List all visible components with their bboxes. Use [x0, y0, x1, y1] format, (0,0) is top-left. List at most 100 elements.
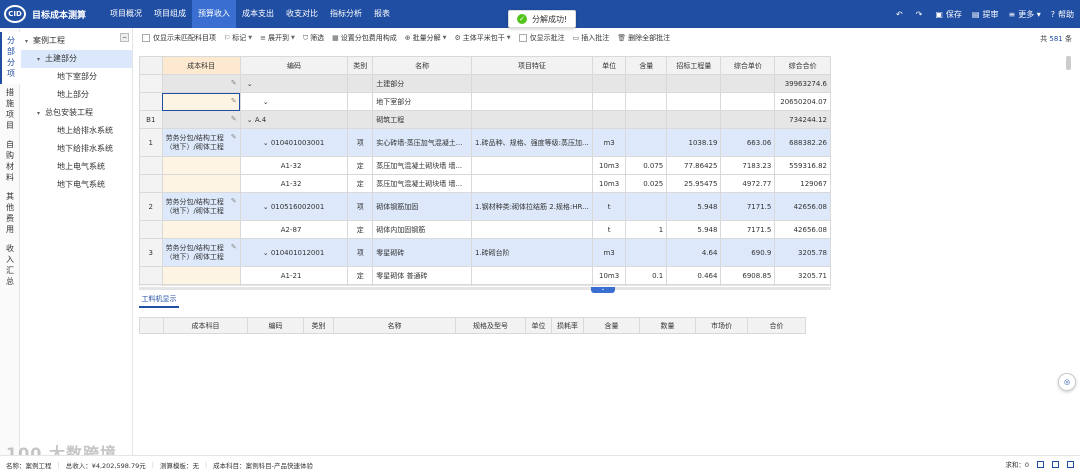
tree-node[interactable]: 地下电气系统 [21, 176, 132, 194]
lower-column-header[interactable]: 名称 [333, 317, 456, 334]
lower-column-header[interactable]: 规格及型号 [455, 317, 526, 334]
panel-splitter[interactable]: ⌄ [139, 287, 831, 293]
caret-icon[interactable]: ▾ [37, 105, 45, 123]
table-cell[interactable] [625, 238, 668, 267]
table-cell[interactable]: A1-21 [239, 266, 349, 285]
table-cell[interactable]: 零星砌砖 [372, 238, 472, 267]
table-row[interactable]: A1-32 定 蒸压加气混凝土砌块墙 墙... 10m3 0.025 25.95475 49… [139, 174, 831, 193]
menu-item-2[interactable]: 预算收入 [192, 0, 237, 28]
tree-node[interactable]: ▾ 总包安装工程 [21, 104, 132, 122]
table-cell[interactable]: 定 [347, 220, 374, 239]
table-cell[interactable] [666, 110, 722, 129]
table-cell[interactable] [470, 284, 593, 286]
toolbar-item-3[interactable]: ⛉ 筛选 [303, 33, 324, 43]
lower-column-header[interactable]: 含量 [583, 317, 640, 334]
table-cell[interactable]: 混凝土及钢筋混凝土工程 [372, 284, 472, 286]
toolbar-item-4[interactable]: ▦ 设置分包费用构成 [332, 33, 397, 43]
table-cell[interactable]: 0.1 [625, 266, 668, 285]
table-cell[interactable]: ⌄ 010516002001 [239, 192, 349, 221]
table-cell[interactable] [470, 92, 593, 111]
table-cell[interactable] [161, 174, 241, 193]
toolbar-item-1[interactable]: ⚐ 标记 ▼ [224, 33, 252, 43]
table-cell[interactable]: 零星砌体 普通砖 [372, 266, 472, 285]
column-header[interactable] [139, 56, 163, 75]
table-cell[interactable]: 5.948 [666, 192, 722, 221]
table-cell[interactable]: 10m3 [591, 174, 627, 193]
table-cell[interactable] [347, 92, 374, 111]
table-cell[interactable]: 0.075 [625, 156, 668, 175]
toolbar-item-2[interactable]: ≡ 展开到 ▼ [260, 33, 295, 43]
table-cell[interactable]: 砌体钢筋加固 [372, 192, 472, 221]
table-cell[interactable] [470, 174, 593, 193]
table-cell[interactable]: t [591, 192, 627, 221]
edit-pencil-icon[interactable]: ✎ [231, 115, 237, 123]
table-row[interactable]: B1✎⌄ A.5 混凝土及钢筋混凝土工程 13835364.94 [139, 284, 831, 286]
table-cell[interactable] [347, 284, 374, 286]
table-row[interactable]: 1 劳务分包/结构工程（地下）/砌体工程 ✎ ⌄ 010401003001 项 实心砖墙-… [139, 128, 831, 157]
column-header[interactable]: 综合单价 [720, 56, 776, 75]
table-cell[interactable]: 7171.5 [720, 220, 776, 239]
table-cell[interactable] [625, 192, 668, 221]
action-help[interactable]: ? 帮助 [1051, 9, 1074, 20]
table-cell[interactable] [139, 220, 163, 239]
tree-node[interactable]: ▾ 土建部分 [21, 50, 132, 68]
lower-column-header[interactable]: 类别 [303, 317, 334, 334]
table-cell[interactable]: 4972.77 [720, 174, 776, 193]
assistant-float-button[interactable]: ◎ [1058, 373, 1076, 391]
table-cell[interactable] [625, 128, 668, 157]
lower-column-header[interactable]: 市场价 [695, 317, 748, 334]
tree-node[interactable]: 地上给排水系统 [21, 122, 132, 140]
table-row[interactable]: ✎ ⌄ 地下室部分 20650204.07 [139, 92, 831, 111]
table-cell[interactable]: 项 [347, 192, 374, 221]
table-cell[interactable]: ⌄ A.4 [239, 110, 349, 129]
table-cell[interactable]: 劳务分包/结构工程（地下）/砌体工程 ✎ [161, 128, 241, 157]
table-cell[interactable] [470, 74, 593, 93]
collapse-tree-icon[interactable]: − [120, 33, 129, 42]
table-cell[interactable] [139, 92, 163, 111]
table-cell[interactable]: ✎ [161, 284, 241, 286]
table-cell[interactable]: ⌄ A.5 [239, 284, 349, 286]
table-row[interactable]: 3 劳务分包/结构工程（地下）/砌体工程 ✎ ⌄ 010401012001 项 零星砌砖 1… [139, 238, 831, 267]
table-cell[interactable]: A1-32 [239, 174, 349, 193]
table-cell[interactable] [347, 110, 374, 129]
table-cell[interactable]: 42656.08 [774, 192, 831, 221]
toolbar-item-5[interactable]: ⊕ 批量分解 ▼ [405, 33, 447, 43]
action-save[interactable]: ▣ 保存 [935, 9, 962, 20]
table-cell[interactable] [720, 110, 776, 129]
table-cell[interactable]: ✎ [161, 110, 241, 129]
table-cell[interactable] [161, 266, 241, 285]
checkbox[interactable] [518, 34, 527, 42]
table-cell[interactable] [470, 156, 593, 175]
column-header[interactable]: 含量 [625, 56, 668, 75]
column-header[interactable]: 项目特征 [470, 56, 593, 75]
lower-column-header[interactable]: 损耗率 [551, 317, 584, 334]
table-cell[interactable]: 39963274.6 [774, 74, 831, 93]
table-cell[interactable]: B1 [139, 284, 163, 286]
menu-item-0[interactable]: 项目概况 [104, 0, 148, 28]
column-header[interactable]: 单位 [591, 56, 627, 75]
table-row[interactable]: A1-21 定 零星砌体 普通砖 10m3 0.1 0.464 6908.85 3205.71 [139, 266, 831, 285]
toolbar-item-6[interactable]: ⚙ 主体平米包干 ▼ [454, 33, 510, 43]
table-cell[interactable] [139, 266, 163, 285]
table-row[interactable]: 2 劳务分包/结构工程（地下）/砌体工程 ✎ ⌄ 010516002001 项 砌体钢筋加… [139, 192, 831, 221]
table-cell[interactable]: m3 [591, 128, 627, 157]
menu-item-6[interactable]: 报表 [368, 0, 396, 28]
vtab-0[interactable]: 分部分项 [0, 32, 20, 84]
table-cell[interactable]: 实心砖墙-蒸压加气混凝土... [372, 128, 472, 157]
table-cell[interactable]: 77.86425 [666, 156, 722, 175]
table-cell[interactable]: A2-87 [239, 220, 349, 239]
table-cell[interactable]: 项 [347, 128, 374, 157]
menu-item-1[interactable]: 项目组成 [148, 0, 192, 28]
edit-pencil-icon[interactable]: ✎ [231, 79, 237, 87]
toolbar-item-9[interactable]: 🗑 删除全部批注 [617, 33, 670, 43]
table-cell[interactable]: 13835364.94 [774, 284, 831, 286]
edit-pencil-icon[interactable]: ✎ [231, 243, 237, 252]
table-cell[interactable]: 0.464 [666, 266, 722, 285]
tree-node[interactable]: 地下给排水系统 [21, 140, 132, 158]
lower-column-header[interactable]: 合价 [747, 317, 806, 334]
table-cell[interactable] [591, 284, 627, 286]
table-cell[interactable] [139, 74, 163, 93]
column-header[interactable]: 招标工程量 [666, 56, 722, 75]
table-cell[interactable]: 4.64 [666, 238, 722, 267]
table-cell[interactable]: 7183.23 [720, 156, 776, 175]
